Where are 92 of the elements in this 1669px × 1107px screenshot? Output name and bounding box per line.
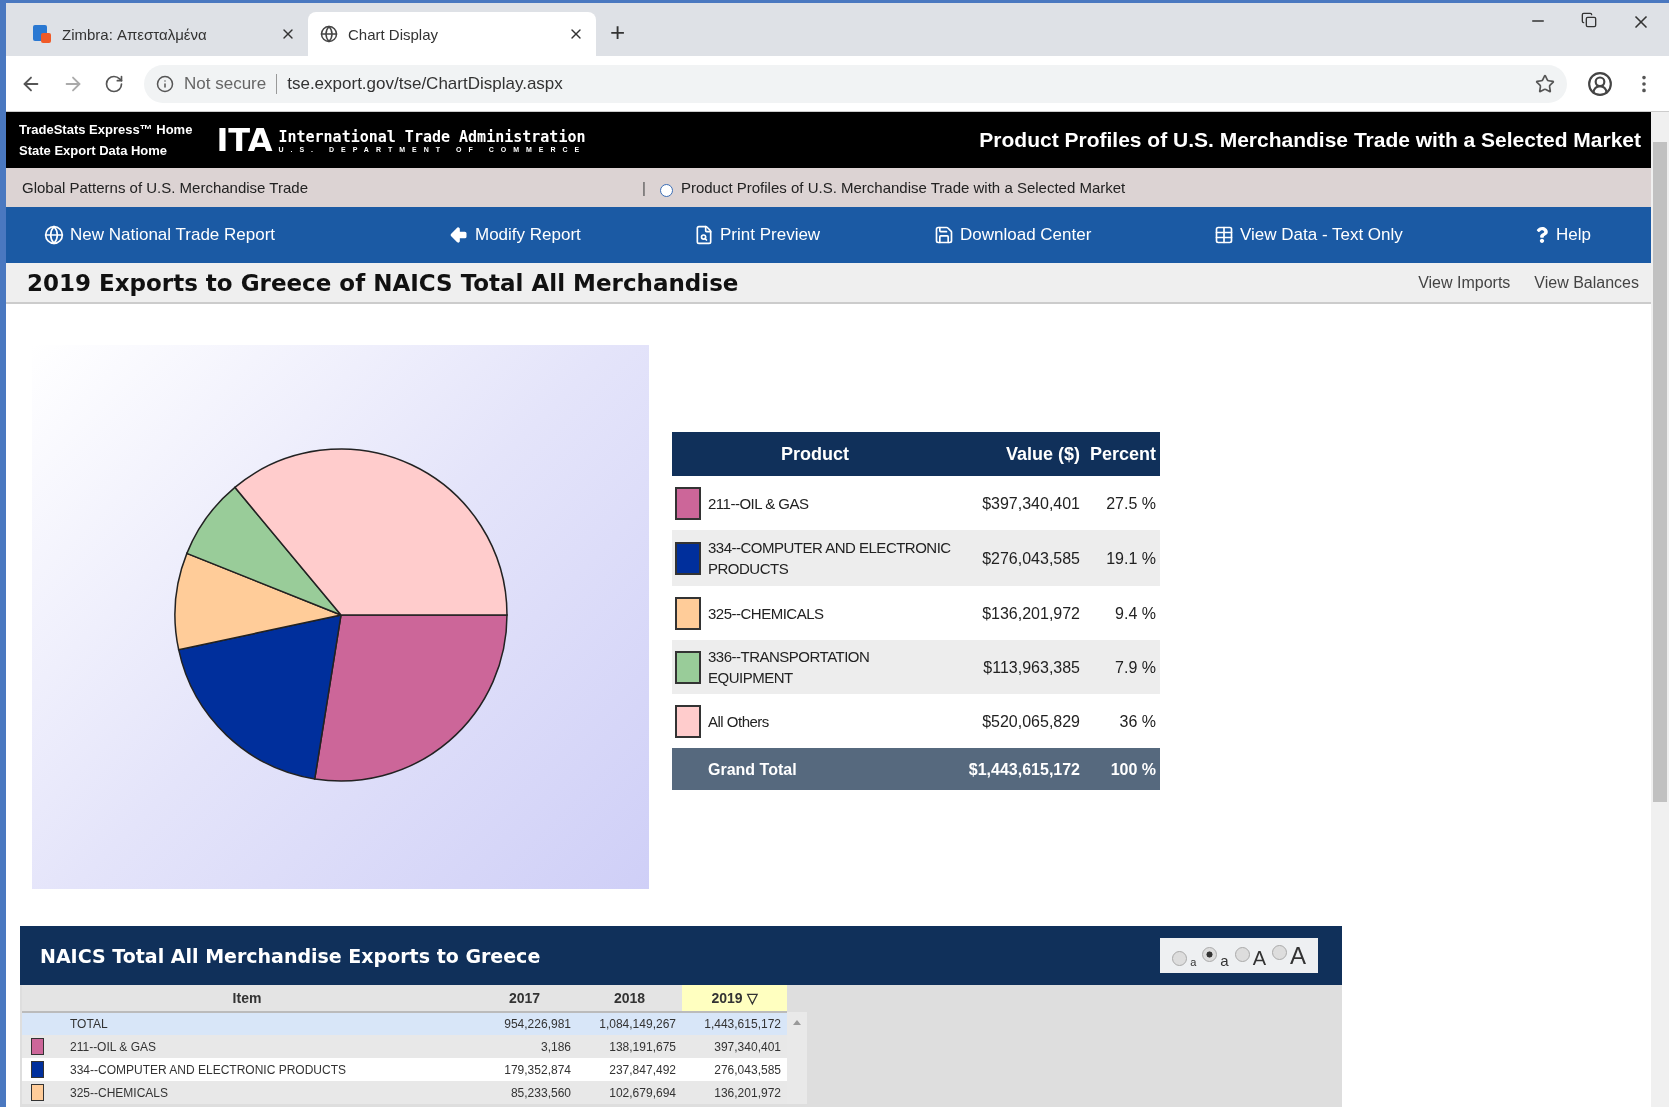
separator: | — [642, 179, 646, 196]
url-text: tse.export.gov/tse/ChartDisplay.aspx — [287, 73, 563, 94]
table-cell: 334--COMPUTER AND ELECTRONIC PRODUCTS — [704, 530, 958, 586]
table-cell: 1,084,149,267 — [577, 1012, 682, 1035]
globe-icon — [320, 25, 338, 43]
new-tab-button[interactable]: + — [610, 17, 626, 48]
help-icon — [1534, 227, 1550, 243]
table-cell: 325--CHEMICALS — [704, 586, 958, 640]
table-cell: $520,065,829 — [958, 694, 1084, 748]
bookmark-star-icon[interactable] — [1535, 73, 1555, 94]
table-cell: 237,847,492 — [577, 1058, 682, 1081]
table-cell: 211--OIL & GAS — [64, 1035, 472, 1058]
tab-title: Zimbra: Απεσταλμένα — [62, 25, 208, 43]
table-cell: 179,352,874 — [472, 1058, 577, 1081]
reload-icon[interactable] — [104, 73, 124, 94]
table-cell: $1,443,615,172 — [958, 748, 1084, 790]
table-cell: 336--TRANSPORTATION EQUIPMENT — [704, 640, 958, 694]
table-cell: 136,201,972 — [682, 1081, 787, 1104]
site-title: Product Profiles of U.S. Merchandise Trade with a Selected Market — [979, 128, 1641, 152]
table-cell: 138,191,675 — [577, 1035, 682, 1058]
column-header[interactable]: 2017 — [472, 985, 577, 1012]
column-header: Product — [672, 432, 958, 476]
mode-radio[interactable] — [659, 184, 673, 197]
table-cell: 954,226,981 — [472, 1012, 577, 1035]
app-logo-icon — [32, 24, 52, 44]
table-cell: 7.9 % — [1084, 640, 1160, 694]
column-header: Percent — [1084, 432, 1160, 476]
radio[interactable] — [1272, 945, 1287, 960]
table-cell: TOTAL — [64, 1012, 472, 1035]
info-icon — [156, 74, 174, 93]
view-link[interactable]: View Imports — [1418, 273, 1511, 292]
table-cell: 1,443,615,172 — [682, 1012, 787, 1035]
font-size-option[interactable]: a — [1202, 947, 1229, 968]
font-size-option[interactable]: a — [1172, 951, 1197, 968]
toolbar-button[interactable]: Modify Report — [449, 225, 694, 245]
table-cell: 276,043,585 — [682, 1058, 787, 1081]
tab-title: Chart Display — [348, 25, 440, 43]
table-cell: 36 % — [1084, 694, 1160, 748]
document-magnifier-icon — [694, 225, 714, 245]
browser-tab[interactable]: Chart Display — [308, 12, 596, 56]
header-link[interactable]: TradeStats Express™ Home — [19, 122, 193, 137]
toolbar-button[interactable]: New National Trade Report — [44, 225, 449, 245]
table-cell: 19.1 % — [1084, 530, 1160, 586]
page-scrollbar[interactable] — [1651, 112, 1669, 1107]
security-label: Not secure — [184, 73, 278, 94]
swatch-cell — [22, 1012, 64, 1035]
table-cell: 100 % — [1084, 748, 1160, 790]
logo-mark: ITA — [216, 121, 273, 159]
address-field[interactable]: Not secure tse.export.gov/tse/ChartDisplay.aspx — [144, 64, 1567, 103]
header-link[interactable]: State Export Data Home — [19, 143, 193, 158]
table-cell: Grand Total — [672, 748, 958, 790]
table-cell: $397,340,401 — [958, 476, 1084, 530]
table-cell: $113,963,385 — [958, 640, 1084, 694]
toolbar-button[interactable]: Help — [1534, 225, 1651, 245]
radio[interactable] — [1172, 951, 1188, 966]
toolbar-button[interactable]: Download Center — [934, 225, 1214, 245]
agency-name: International Trade Administration — [278, 127, 587, 146]
table-cell: All Others — [704, 694, 958, 748]
column-header: Value ($) — [958, 432, 1084, 476]
table-cell: 9.4 % — [1084, 586, 1160, 640]
table-cell: 3,186 — [472, 1035, 577, 1058]
table-icon — [1214, 225, 1234, 245]
table-cell: $136,201,972 — [958, 586, 1084, 640]
font-size-option[interactable]: A — [1272, 944, 1306, 968]
column-header[interactable]: 2019 ▽ — [682, 985, 787, 1012]
table-cell: 211--OIL & GAS — [704, 476, 958, 530]
radio[interactable] — [1202, 947, 1218, 962]
font-size-option[interactable]: A — [1234, 947, 1266, 968]
scrollbar-thumb[interactable] — [1653, 142, 1667, 802]
toolbar-button[interactable]: View Data - Text Only — [1214, 225, 1534, 245]
column-header[interactable]: Item — [22, 985, 472, 1012]
globe-icon — [44, 225, 64, 245]
table-cell: 334--COMPUTER AND ELECTRONIC PRODUCTS — [64, 1058, 472, 1081]
current-mode: Global Patterns of U.S. Merchandise Trade — [22, 179, 309, 196]
mode-link[interactable]: Product Profiles of U.S. Merchandise Trade with a Selected Market — [680, 179, 1126, 196]
view-link[interactable]: View Balances — [1534, 273, 1639, 292]
table-cell: 85,233,560 — [472, 1081, 577, 1104]
table-cell: 27.5 % — [1084, 476, 1160, 530]
panel-title: NAICS Total All Merchandise Exports to Greece — [40, 944, 541, 967]
report-title: 2019 Exports to Greece of NAICS Total All Merchandise — [27, 269, 739, 296]
browser-tab[interactable]: Zimbra: Απεσταλμένα — [20, 12, 308, 56]
toolbar-button[interactable]: Print Preview — [694, 225, 934, 245]
arrow-left-icon — [449, 225, 469, 245]
table-cell: 325--CHEMICALS — [64, 1081, 472, 1104]
scrollbar[interactable] — [787, 1012, 807, 1104]
table-cell: 102,679,694 — [577, 1081, 682, 1104]
table-cell: $276,043,585 — [958, 530, 1084, 586]
radio[interactable] — [1234, 947, 1250, 962]
account-icon[interactable] — [1587, 70, 1613, 97]
column-header[interactable]: 2018 — [577, 985, 682, 1012]
table-cell: 397,340,401 — [682, 1035, 787, 1058]
restore-icon[interactable] — [1581, 11, 1597, 28]
